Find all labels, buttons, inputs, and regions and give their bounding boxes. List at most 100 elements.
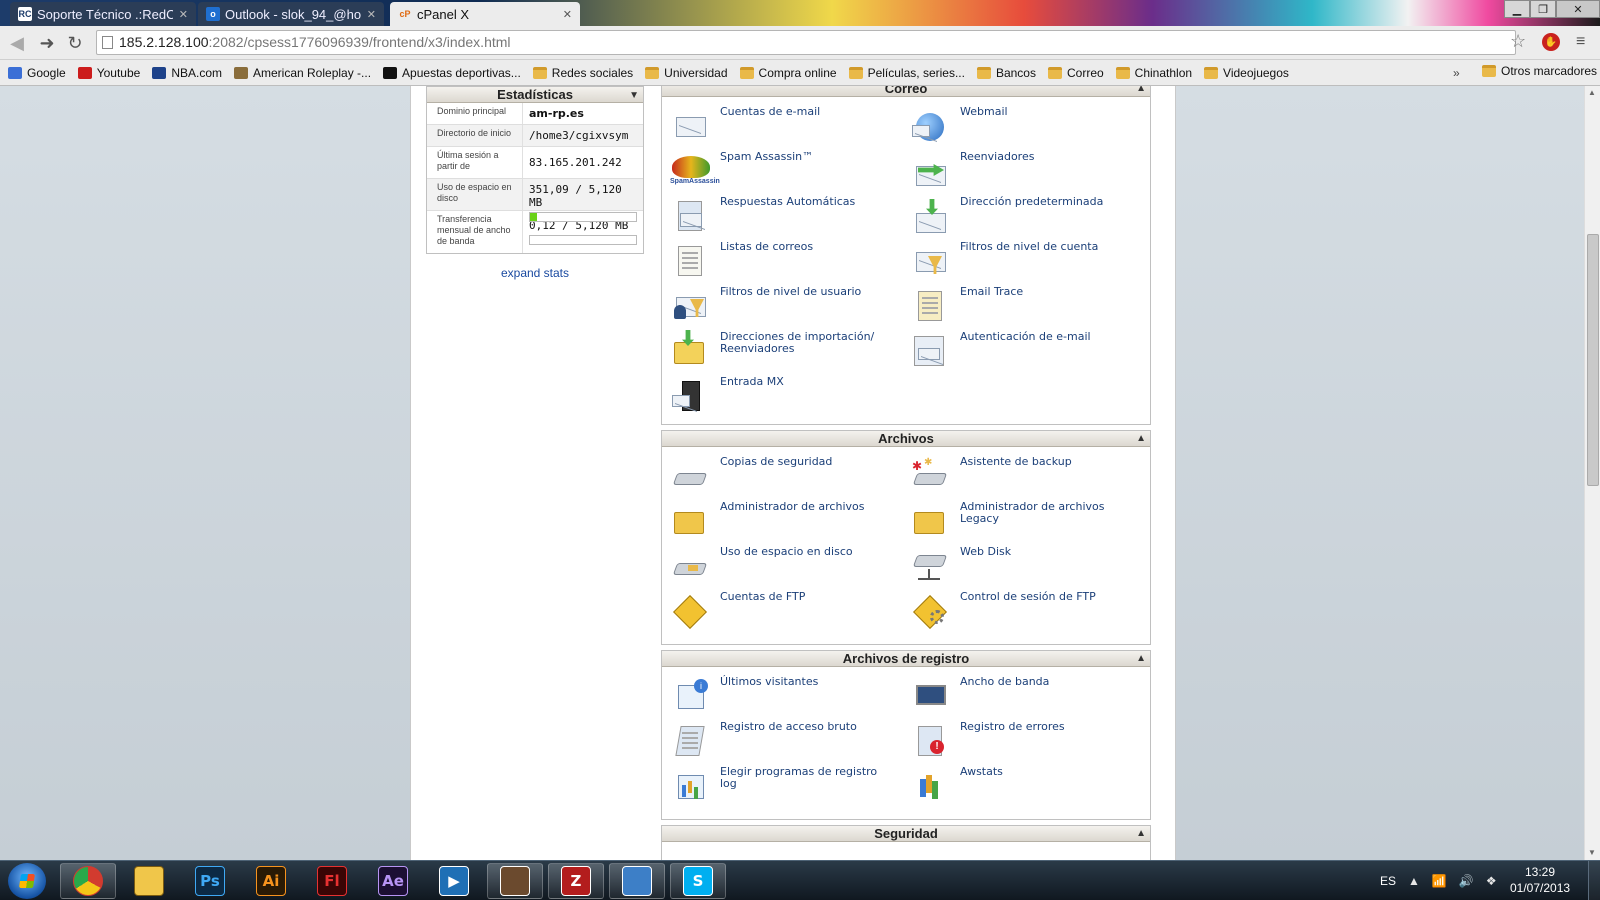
item-ftp-session-control[interactable]: Control de sesión de FTP <box>910 590 1150 635</box>
item-latest-visitors[interactable]: i Últimos visitantes <box>670 675 910 720</box>
item-webmail[interactable]: Webmail <box>910 105 1150 150</box>
dropbox-icon[interactable]: ❖ <box>1486 874 1497 888</box>
item-email-trace[interactable]: Email Trace <box>910 285 1150 330</box>
forward-icon[interactable]: ➜ <box>36 32 58 54</box>
taskbar-flash[interactable]: Fl <box>304 863 360 899</box>
item-error-log[interactable]: ! Registro de errores <box>910 720 1150 765</box>
game-icon <box>500 866 530 896</box>
taskbar-filezilla[interactable]: Z <box>548 863 604 899</box>
collapse-triangle-icon[interactable]: ▲ <box>1136 431 1146 446</box>
section-header[interactable]: Seguridad ▲ <box>662 826 1150 842</box>
taskbar-photoshop[interactable]: Ps <box>182 863 238 899</box>
section-header[interactable]: Archivos ▲ <box>662 431 1150 447</box>
taskbar-chrome[interactable] <box>60 863 116 899</box>
item-user-filters[interactable]: Filtros de nivel de usuario <box>670 285 910 330</box>
taskbar-after-effects[interactable]: Ae <box>365 863 421 899</box>
close-window-button[interactable]: ✕ <box>1556 0 1600 18</box>
item-account-filters[interactable]: Filtros de nivel de cuenta <box>910 240 1150 285</box>
address-bar[interactable]: 185.2.128.100:2082/cpsess1776096939/fron… <box>96 30 1516 55</box>
other-bookmarks[interactable]: Otros marcadores <box>1482 64 1597 78</box>
adblock-extension-icon[interactable]: ✋ <box>1542 33 1560 51</box>
item-raw-access[interactable]: Registro de acceso bruto <box>670 720 910 765</box>
bookmark-folder-redes[interactable]: Redes sociales <box>532 66 633 80</box>
collapse-triangle-icon[interactable]: ▲ <box>1136 826 1146 841</box>
bookmark-folder-compra[interactable]: Compra online <box>739 66 837 80</box>
taskbar-photo-viewer[interactable] <box>609 863 665 899</box>
scroll-down-icon[interactable]: ▼ <box>1588 848 1596 857</box>
section-header[interactable]: Correo ▲ <box>662 86 1150 97</box>
taskbar-explorer[interactable] <box>121 863 177 899</box>
section-header[interactable]: Archivos de registro ▲ <box>662 651 1150 667</box>
language-indicator[interactable]: ES <box>1380 874 1396 888</box>
tab-close-icon[interactable]: ✕ <box>367 8 376 21</box>
bookmark-youtube[interactable]: Youtube <box>77 66 140 80</box>
bookmarks-bar: Google Youtube NBA.com American Roleplay… <box>0 60 1600 86</box>
menu-icon[interactable]: ≡ <box>1576 33 1585 51</box>
scroll-up-icon[interactable]: ▲ <box>1588 88 1596 97</box>
window-controls: ▁ ❐ ✕ <box>1504 0 1600 18</box>
minimize-button[interactable]: ▁ <box>1504 0 1530 18</box>
email-auth-icon <box>910 330 950 368</box>
item-file-manager-legacy[interactable]: Administrador de archivos Legacy <box>910 500 1150 545</box>
bookmark-folder-videojuegos[interactable]: Videojuegos <box>1204 66 1289 80</box>
tab-close-icon[interactable]: ✕ <box>179 8 188 21</box>
taskbar-skype[interactable]: S <box>670 863 726 899</box>
collapse-triangle-icon[interactable]: ▲ <box>1136 651 1146 666</box>
item-forwarders[interactable]: Reenviadores <box>910 150 1150 195</box>
bookmark-apuestas[interactable]: Apuestas deportivas... <box>383 66 521 80</box>
back-icon[interactable]: ◀ <box>6 32 28 54</box>
section-title: Correo <box>884 86 928 96</box>
item-email-authentication[interactable]: Autenticación de e-mail <box>910 330 1150 375</box>
reload-icon[interactable]: ↻ <box>64 32 86 54</box>
item-bandwidth[interactable]: Ancho de banda <box>910 675 1150 720</box>
bookmarks-overflow-icon[interactable]: » <box>1453 66 1460 80</box>
bookmark-american-roleplay[interactable]: American Roleplay -... <box>234 66 371 80</box>
tab-soporte[interactable]: RC Soporte Técnico .:RedCorr ✕ <box>10 2 196 26</box>
item-log-programs[interactable]: Elegir programas de registro log <box>670 765 910 810</box>
start-button[interactable] <box>8 863 46 899</box>
expand-stats-link[interactable]: expand stats <box>426 266 644 280</box>
bookmark-folder-peliculas[interactable]: Películas, series... <box>848 66 965 80</box>
bookmark-google[interactable]: Google <box>8 66 66 80</box>
collapse-triangle-icon[interactable]: ▼ <box>629 88 639 104</box>
item-backups[interactable]: Copias de seguridad <box>670 455 910 500</box>
tab-cpanel[interactable]: cP cPanel X ✕ <box>390 2 580 26</box>
maximize-button[interactable]: ❐ <box>1530 0 1556 18</box>
item-import-addresses[interactable]: Direcciones de importación/ Reenviadores <box>670 330 910 375</box>
tab-close-icon[interactable]: ✕ <box>563 8 572 21</box>
tab-title: cPanel X <box>417 6 470 22</box>
item-web-disk[interactable]: Web Disk <box>910 545 1150 590</box>
item-awstats[interactable]: Awstats <box>910 765 1150 810</box>
stats-header[interactable]: Estadísticas ▼ <box>427 87 643 103</box>
item-mx-entry[interactable]: Entrada MX <box>670 375 910 420</box>
taskbar-media-player[interactable]: ▶ <box>426 863 482 899</box>
item-disk-usage[interactable]: Uso de espacio en disco <box>670 545 910 590</box>
taskbar-illustrator[interactable]: Ai <box>243 863 299 899</box>
show-desktop-button[interactable] <box>1588 861 1600 900</box>
network-signal-icon[interactable]: 📶 <box>1432 874 1447 888</box>
item-spam-assassin[interactable]: SpamAssassin Spam Assassin™ <box>670 150 910 195</box>
volume-icon[interactable]: 🔊 <box>1459 874 1474 888</box>
item-backup-wizard[interactable]: ✱ ✱ Asistente de backup <box>910 455 1150 500</box>
bookmark-folder-chinathlon[interactable]: Chinathlon <box>1115 66 1192 80</box>
vertical-scrollbar[interactable]: ▲ ▼ <box>1584 86 1600 860</box>
item-label: Administrador de archivos <box>720 500 865 513</box>
item-mailing-lists[interactable]: Listas de correos <box>670 240 910 285</box>
scroll-thumb[interactable] <box>1587 234 1599 486</box>
bookmark-folder-universidad[interactable]: Universidad <box>645 66 728 80</box>
clock[interactable]: 13:29 01/07/2013 <box>1510 864 1570 896</box>
taskbar-game[interactable] <box>487 863 543 899</box>
tab-outlook[interactable]: o Outlook - slok_94_@hotm ✕ <box>198 2 384 26</box>
item-label: Respuestas Automáticas <box>720 195 856 208</box>
item-file-manager[interactable]: Administrador de archivos <box>670 500 910 545</box>
item-email-accounts[interactable]: Cuentas de e-mail <box>670 105 910 150</box>
bookmark-folder-bancos[interactable]: Bancos <box>976 66 1036 80</box>
bookmark-nba[interactable]: NBA.com <box>152 66 222 80</box>
item-default-address[interactable]: Dirección predeterminada <box>910 195 1150 240</box>
item-autoresponders[interactable]: Respuestas Automáticas <box>670 195 910 240</box>
bookmark-star-icon[interactable]: ☆ <box>1510 31 1526 52</box>
collapse-triangle-icon[interactable]: ▲ <box>1136 86 1146 96</box>
bookmark-folder-correo[interactable]: Correo <box>1047 66 1104 80</box>
show-hidden-icons-icon[interactable]: ▲ <box>1408 874 1420 888</box>
item-ftp-accounts[interactable]: Cuentas de FTP <box>670 590 910 635</box>
